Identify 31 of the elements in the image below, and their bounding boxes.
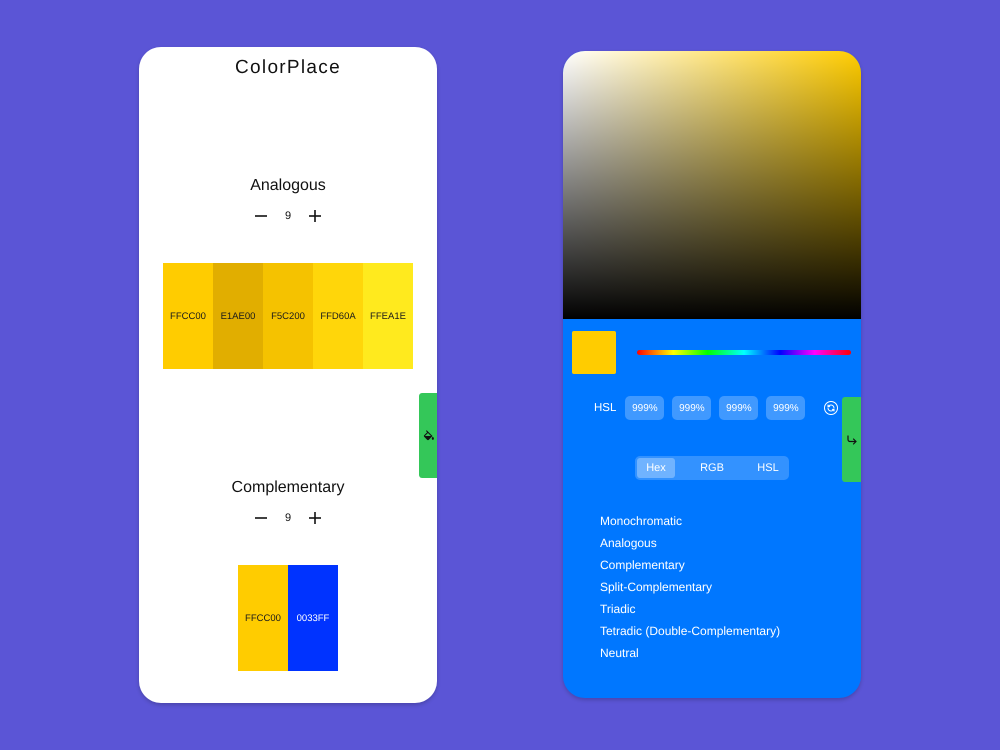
scheme-menu-item[interactable]: Analogous: [600, 532, 657, 554]
paint-bucket-icon: [422, 429, 434, 442]
mode-label: HSL: [594, 402, 616, 414]
plus-icon[interactable]: [309, 210, 321, 222]
color-swatch[interactable]: E1AE00: [213, 263, 263, 369]
hue-spectrum-bar[interactable]: [637, 350, 851, 355]
saturation-picker[interactable]: [563, 51, 861, 319]
plus-icon[interactable]: [309, 512, 321, 524]
format-tab[interactable]: RGB: [693, 458, 731, 478]
scheme-menu-item[interactable]: Tetradic (Double-Complementary): [600, 620, 780, 642]
color-swatch[interactable]: FFCC00: [238, 565, 288, 671]
color-swatch[interactable]: FFEA1E: [363, 263, 413, 369]
side-tab-button[interactable]: [419, 393, 437, 478]
refresh-icon[interactable]: [824, 401, 838, 415]
scheme-menu-item[interactable]: Complementary: [600, 554, 685, 576]
scheme-heading: Analogous: [250, 176, 326, 196]
color-swatch[interactable]: 0033FF: [288, 565, 338, 671]
scheme-menu-item[interactable]: Triadic: [600, 598, 636, 620]
count-value: 9: [284, 210, 292, 222]
color-swatch[interactable]: F5C200: [263, 263, 313, 369]
scheme-menu-item[interactable]: Monochromatic: [600, 510, 682, 532]
color-swatch[interactable]: FFD60A: [313, 263, 363, 369]
format-tab[interactable]: HSL: [749, 458, 787, 478]
scheme-heading: Complementary: [232, 478, 344, 498]
count-value: 9: [284, 512, 292, 524]
corner-arrow-icon: [846, 434, 858, 446]
color-swatch[interactable]: FFCC00: [163, 263, 213, 369]
scheme-menu-item[interactable]: Split-Complementary: [600, 576, 712, 598]
format-tab[interactable]: Hex: [637, 458, 675, 478]
scheme-menu-item[interactable]: Neutral: [600, 642, 639, 664]
app-title: ColorPlace: [235, 57, 341, 79]
